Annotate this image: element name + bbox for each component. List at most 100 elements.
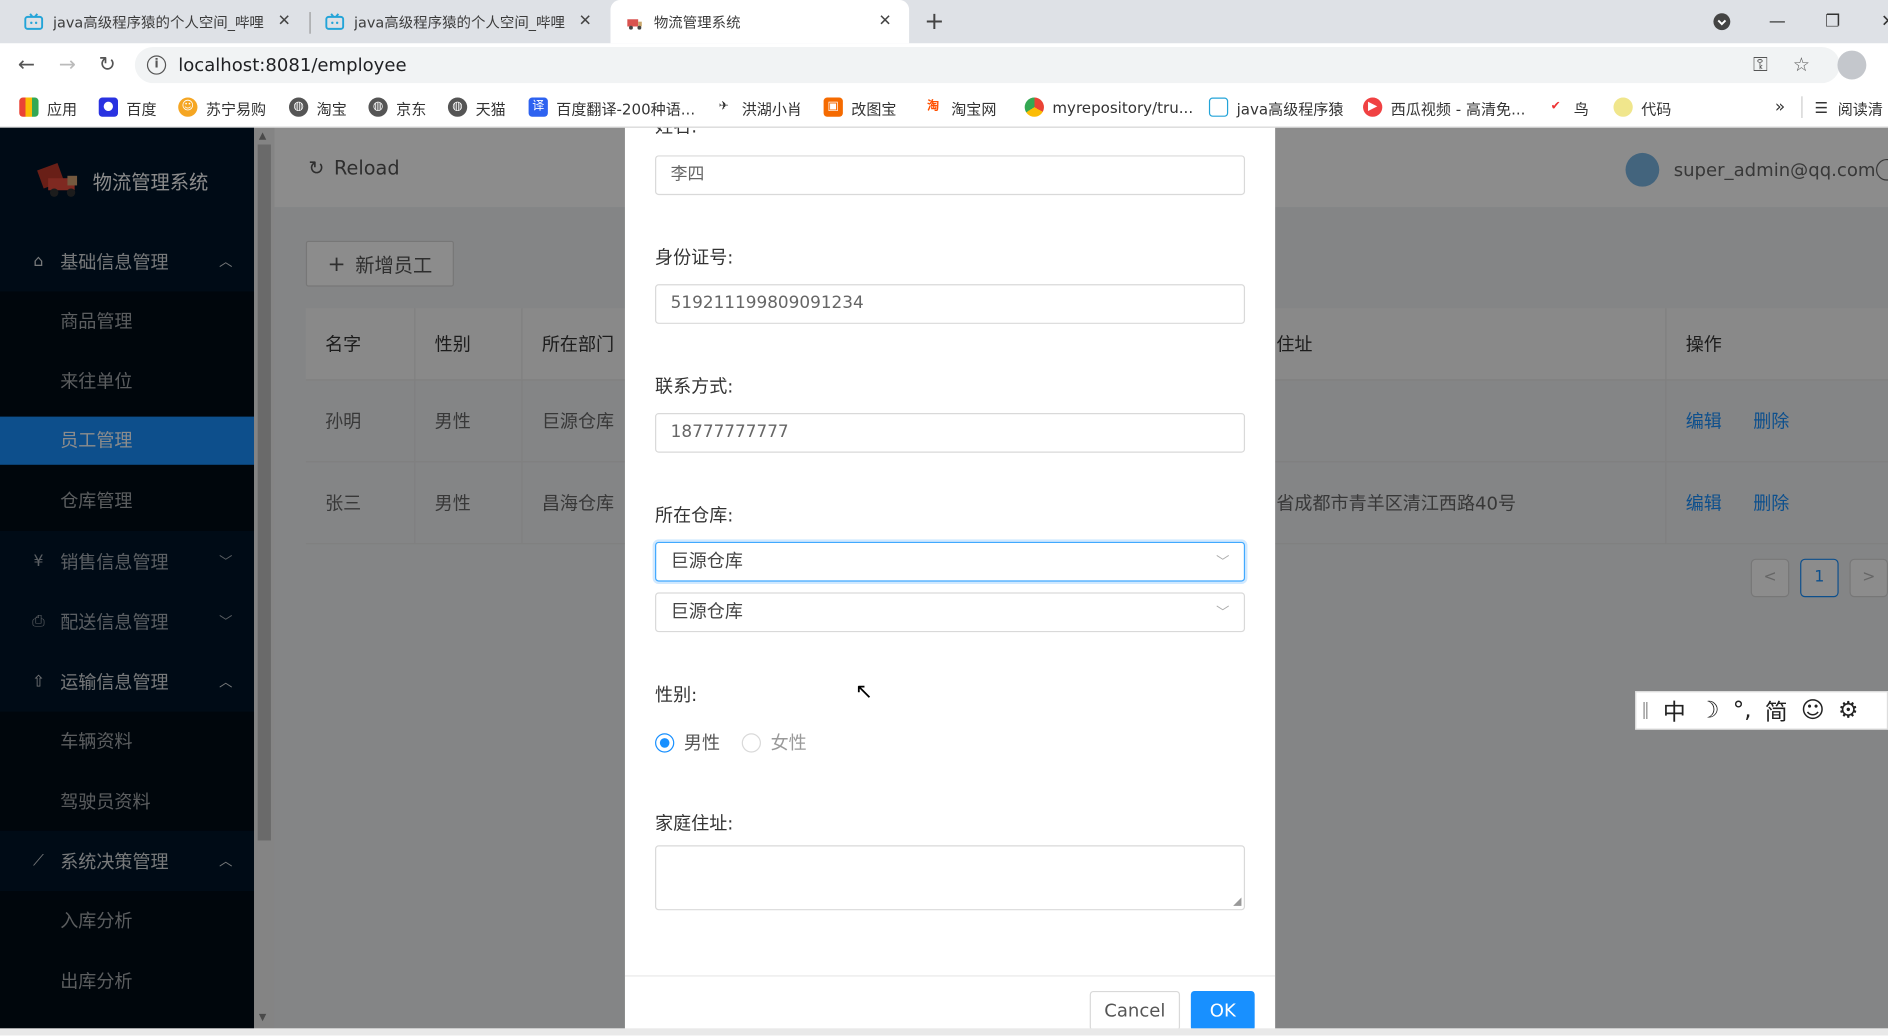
radio-unchecked-icon bbox=[741, 732, 761, 752]
bottom-bar bbox=[0, 1028, 1888, 1036]
bookmark-item[interactable]: ✔ 鸟 bbox=[1546, 96, 1589, 118]
resize-grip-icon[interactable]: ◢ bbox=[1233, 896, 1241, 908]
bookmark-label: 百度翻译-200种语... bbox=[556, 99, 696, 118]
cancel-button[interactable]: Cancel bbox=[1089, 990, 1181, 1031]
globe-icon: ◍ bbox=[447, 97, 468, 117]
tab-title: java高级程序猿的个人空间_哔哩 bbox=[52, 13, 264, 31]
bookmark-label: 百度 bbox=[126, 99, 157, 118]
bookmark-label: 改图宝 bbox=[851, 99, 897, 118]
new-tab-button[interactable]: + bbox=[920, 7, 949, 36]
moon-icon[interactable]: ☽ bbox=[1699, 697, 1720, 723]
close-icon[interactable]: ✕ bbox=[576, 12, 595, 31]
url-text: localhost:8081/employee bbox=[178, 54, 407, 76]
phone-label: 联系方式: bbox=[655, 375, 734, 398]
bookmark-label: 天猫 bbox=[475, 99, 506, 118]
name-input[interactable]: 李四 bbox=[655, 155, 1246, 196]
edit-employee-modal: 姓名: 李四 身份证号: 519211199809091234 联系方式: 18… bbox=[624, 127, 1276, 1036]
mouse-cursor-icon: ↖ bbox=[854, 679, 874, 705]
gender-radio-male[interactable]: 男性 bbox=[655, 730, 720, 755]
star-icon[interactable]: ☆ bbox=[1789, 53, 1813, 77]
punctuation-icon[interactable]: °, bbox=[1733, 697, 1752, 723]
ok-button[interactable]: OK bbox=[1190, 990, 1255, 1031]
tab-search-icon[interactable] bbox=[1707, 7, 1736, 36]
ime-toolbar[interactable]: ‖ 中 ☽ °, 简 ☺ ⚙ bbox=[1635, 691, 1888, 730]
address-textarea[interactable]: ◢ bbox=[655, 845, 1246, 911]
profile-icon[interactable] bbox=[1837, 50, 1867, 80]
browser-toolbar: ← → ↻ i localhost:8081/employee ⚿ ☆ bbox=[0, 43, 1888, 87]
bookmark-item[interactable]: ● 百度 bbox=[98, 96, 157, 118]
reading-list-label: 阅读清 bbox=[1837, 99, 1883, 118]
phone-input[interactable]: 18777777777 bbox=[655, 413, 1246, 453]
bird-red-icon: ✔ bbox=[1546, 97, 1566, 117]
bookmark-item[interactable]: ☺ 苏宁易购 bbox=[178, 96, 266, 118]
address-bar[interactable]: i localhost:8081/employee ⚿ ☆ bbox=[134, 46, 1840, 84]
chevron-down-icon: ﹀ bbox=[1216, 604, 1230, 621]
bookmark-label: 京东 bbox=[396, 99, 427, 118]
taobao-icon: 淘 bbox=[923, 97, 943, 117]
bookmark-label: 西瓜视频 - 高清免... bbox=[1390, 99, 1526, 118]
bookmark-item[interactable]: 淘淘宝网 bbox=[923, 96, 997, 118]
browser-tab-bar: java高级程序猿的个人空间_哔哩 ✕ java高级程序猿的个人空间_哔哩 ✕ … bbox=[0, 0, 1888, 44]
app-viewport: 物流管理系统 ⌂ 基础信息管理 ︿ 商品管理 来往单位 员工管理 仓库管理 ¥ … bbox=[0, 127, 1888, 1036]
bookmark-item[interactable]: ◍ 天猫 bbox=[447, 96, 506, 118]
bookmark-item[interactable]: ✈ 洪湖小肖 bbox=[714, 96, 802, 118]
warehouse-option-label: 巨源仓库 bbox=[670, 600, 743, 623]
bookmark-item[interactable]: ▣ 改图宝 bbox=[823, 96, 897, 118]
forward-icon[interactable]: → bbox=[53, 51, 82, 80]
address-label: 家庭住址: bbox=[655, 812, 734, 835]
bookmark-label: 苏宁易购 bbox=[205, 99, 267, 118]
xigua-icon: ▶ bbox=[1363, 97, 1383, 117]
tab-title: 物流管理系统 bbox=[653, 13, 741, 31]
baidu-paw-icon: ● bbox=[98, 97, 119, 117]
simplified-icon[interactable]: 简 bbox=[1765, 694, 1788, 727]
name-label: 姓名: bbox=[655, 128, 697, 139]
settings-icon[interactable]: ⚙ bbox=[1838, 697, 1859, 723]
drag-handle-icon[interactable]: ‖ bbox=[1641, 701, 1649, 720]
close-icon[interactable]: ✕ bbox=[275, 12, 294, 31]
warehouse-dropdown-option[interactable]: 巨源仓库 ﹀ bbox=[655, 592, 1246, 633]
bookmark-label: 鸟 bbox=[1573, 99, 1589, 118]
id-number-label: 身份证号: bbox=[655, 246, 734, 269]
bookmark-item[interactable]: 译百度翻译-200种语... bbox=[528, 96, 696, 118]
close-window-icon[interactable]: ✕ bbox=[1874, 7, 1888, 36]
bookmark-item[interactable]: ◍ 淘宝 bbox=[288, 96, 347, 118]
bookmark-item[interactable]: myrepository/tru... bbox=[1024, 96, 1194, 118]
reading-list-icon: ☰ bbox=[1814, 98, 1829, 117]
bookmark-item[interactable]: ▶ 西瓜视频 - 高清免... bbox=[1363, 96, 1525, 118]
bookmarks-overflow-button[interactable]: » bbox=[1775, 96, 1785, 118]
browser-tab[interactable]: java高级程序猿的个人空间_哔哩 ✕ bbox=[311, 0, 610, 43]
gender-radio-female[interactable]: 女性 bbox=[741, 730, 807, 755]
bookmark-item[interactable]: 代码 bbox=[1613, 96, 1671, 118]
bookmark-item[interactable]: 应用 bbox=[19, 96, 77, 118]
warehouse-select[interactable]: 巨源仓库 ﹀ bbox=[655, 541, 1246, 582]
reading-list-button[interactable]: ☰ 阅读清 bbox=[1815, 96, 1883, 118]
bookmark-item[interactable]: ◍ 京东 bbox=[368, 96, 426, 118]
bookmarks-bar: 应用 ● 百度 ☺ 苏宁易购 ◍ 淘宝 ◍ 京东 ◍ 天猫 译百度翻译-200种语... … bbox=[0, 86, 1888, 128]
radio-label: 男性 bbox=[683, 732, 721, 754]
reload-icon[interactable]: ↻ bbox=[93, 51, 122, 80]
bookmark-label: 洪湖小肖 bbox=[741, 99, 802, 118]
bookmark-item[interactable]: java高级程序猿 bbox=[1208, 96, 1344, 118]
warehouse-select-value: 巨源仓库 bbox=[670, 550, 743, 572]
bookmark-label: java高级程序猿 bbox=[1236, 99, 1344, 118]
emoji-icon[interactable]: ☺ bbox=[1801, 697, 1825, 723]
bookmark-label: 淘宝网 bbox=[951, 99, 997, 118]
browser-tab-active[interactable]: 物流管理系统 ✕ bbox=[610, 0, 910, 44]
chinese-mode-icon[interactable]: 中 bbox=[1663, 694, 1686, 727]
apps-grid-icon bbox=[19, 97, 39, 117]
browser-tab[interactable]: java高级程序猿的个人空间_哔哩 ✕ bbox=[10, 0, 309, 43]
bilibili-icon bbox=[1208, 97, 1229, 117]
id-number-input[interactable]: 519211199809091234 bbox=[655, 284, 1246, 324]
tab-title: java高级程序猿的个人空间_哔哩 bbox=[354, 13, 565, 31]
suning-icon: ☺ bbox=[178, 97, 198, 117]
bookmark-label: myrepository/tru... bbox=[1052, 98, 1194, 117]
minimize-icon[interactable]: — bbox=[1763, 7, 1792, 36]
close-icon[interactable]: ✕ bbox=[875, 12, 894, 31]
restore-icon[interactable]: ❐ bbox=[1818, 7, 1847, 36]
code-icon bbox=[1613, 97, 1633, 117]
site-info-icon[interactable]: i bbox=[146, 55, 167, 75]
bookmark-label: 代码 bbox=[1641, 99, 1672, 118]
key-icon[interactable]: ⚿ bbox=[1748, 53, 1772, 77]
chrome-icon bbox=[1024, 97, 1044, 117]
back-icon[interactable]: ← bbox=[12, 51, 41, 80]
